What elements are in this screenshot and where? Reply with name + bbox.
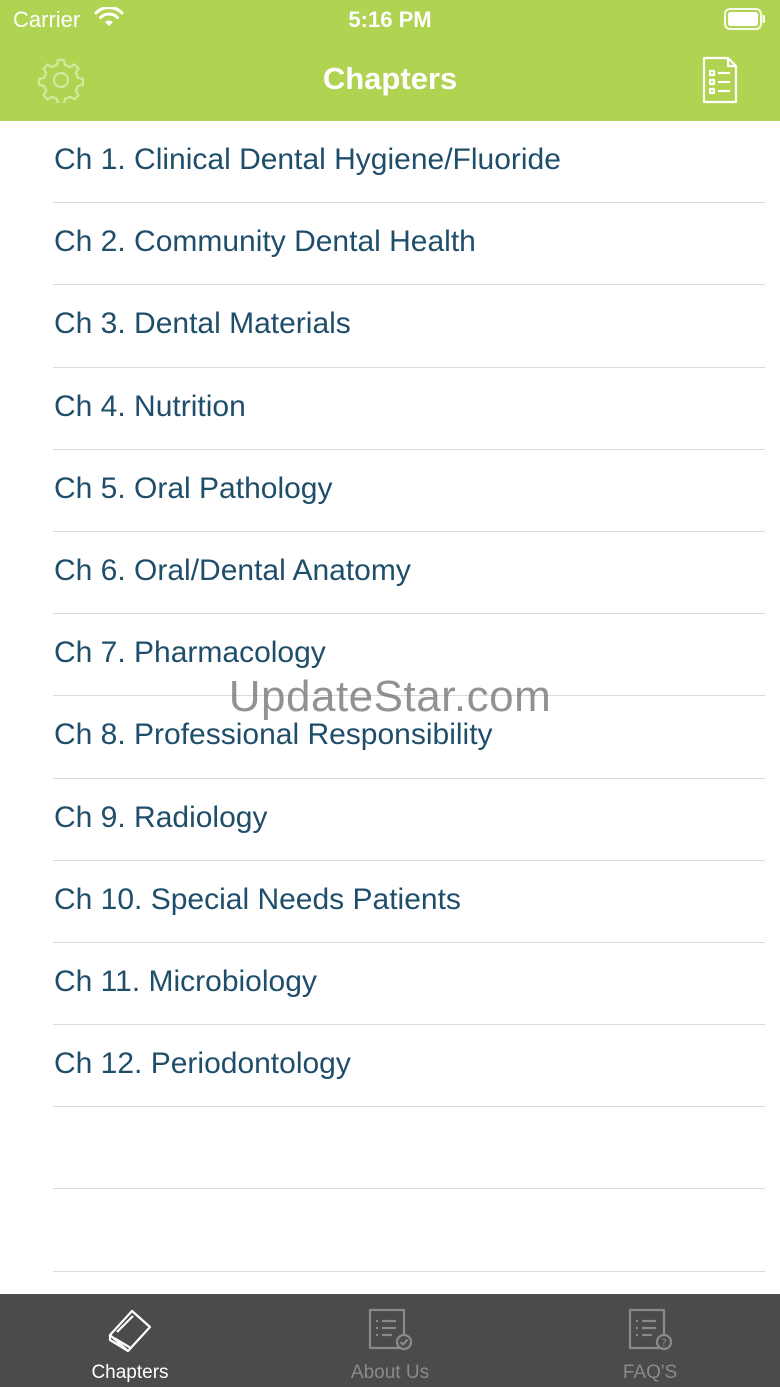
chapter-label: Ch 8. Professional Responsibility <box>54 718 493 752</box>
chapter-label: Ch 4. Nutrition <box>54 389 246 423</box>
status-bar: Carrier 5:16 PM <box>0 0 780 40</box>
empty-row <box>0 1189 780 1272</box>
chapter-row-9[interactable]: Ch 9. Radiology <box>0 779 780 861</box>
empty-row <box>0 1107 780 1190</box>
chapter-list: Ch 1. Clinical Dental Hygiene/Fluoride C… <box>0 121 780 1294</box>
chapter-row-8[interactable]: Ch 8. Professional Responsibility <box>0 696 780 779</box>
document-list-icon[interactable] <box>700 56 740 104</box>
chapter-label: Ch 9. Radiology <box>54 800 268 834</box>
header: Carrier 5:16 PM Chapters <box>0 0 780 121</box>
chapter-row-4[interactable]: Ch 4. Nutrition <box>0 368 780 450</box>
chapter-label: Ch 6. Oral/Dental Anatomy <box>54 553 411 587</box>
chapter-row-10[interactable]: Ch 10. Special Needs Patients <box>0 861 780 943</box>
chapter-row-1[interactable]: Ch 1. Clinical Dental Hygiene/Fluoride <box>0 121 780 204</box>
chapter-label: Ch 5. Oral Pathology <box>54 471 333 505</box>
document-check-icon <box>368 1308 413 1351</box>
chapter-row-5[interactable]: Ch 5. Oral Pathology <box>0 450 780 532</box>
chapter-row-12[interactable]: Ch 12. Periodontology <box>0 1025 780 1108</box>
tab-label: About Us <box>350 1362 430 1383</box>
page-title: Chapters <box>322 61 458 96</box>
chapter-label: Ch 2. Community Dental Health <box>54 225 476 259</box>
chapter-row-3[interactable]: Ch 3. Dental Materials <box>0 285 780 368</box>
row-divider <box>53 1270 765 1272</box>
tab-label: Chapters <box>91 1362 169 1383</box>
chapter-label: Ch 3. Dental Materials <box>54 307 351 341</box>
tab-faqs[interactable]: ? FAQ'S <box>520 1294 780 1387</box>
chapter-label: Ch 1. Clinical Dental Hygiene/Fluoride <box>54 143 561 176</box>
tab-bar: Chapters About Us ? FAQ'S <box>0 1294 780 1387</box>
chapter-label: Ch 7. Pharmacology <box>54 636 326 670</box>
chapter-label: Ch 11. Microbiology <box>54 964 317 998</box>
tab-about-us[interactable]: About Us <box>260 1294 520 1387</box>
battery-icon <box>724 8 765 30</box>
tab-label: FAQ'S <box>622 1362 678 1383</box>
chapter-label: Ch 12. Periodontology <box>54 1047 351 1081</box>
chapter-row-7[interactable]: Ch 7. Pharmacology <box>0 614 780 697</box>
chapter-row-11[interactable]: Ch 11. Microbiology <box>0 943 780 1026</box>
chapter-row-2[interactable]: Ch 2. Community Dental Health <box>0 203 780 286</box>
status-time: 5:16 PM <box>348 7 432 32</box>
document-question-icon: ? <box>628 1308 673 1351</box>
book-icon <box>108 1309 152 1353</box>
chapter-label: Ch 10. Special Needs Patients <box>54 882 461 916</box>
svg-text:?: ? <box>661 1337 667 1350</box>
tab-chapters[interactable]: Chapters <box>0 1294 260 1387</box>
nav-bar: Chapters <box>0 40 780 121</box>
chapter-row-6[interactable]: Ch 6. Oral/Dental Anatomy <box>0 532 780 615</box>
